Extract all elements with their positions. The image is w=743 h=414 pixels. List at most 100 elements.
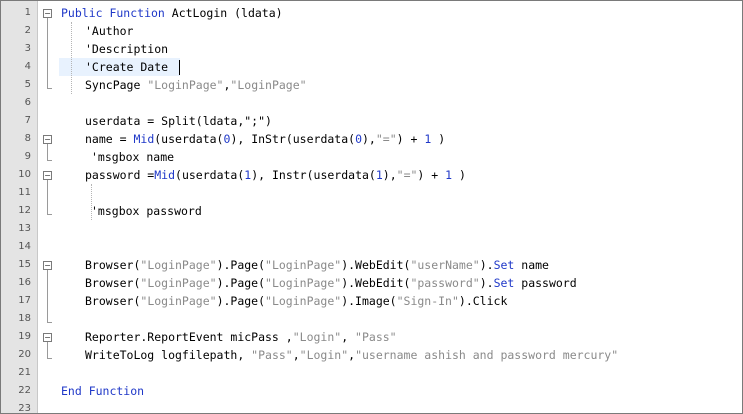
fold-end-marker [47, 322, 52, 323]
code-line[interactable] [1, 184, 742, 202]
code-token: "userName" [410, 258, 480, 272]
code-text: password =Mid(userdata(1), Instr(userdat… [85, 166, 466, 184]
code-token: "LoginPage" [147, 78, 224, 92]
line-number: 8 [24, 133, 31, 144]
code-line[interactable] [1, 400, 742, 413]
code-text: Browser("LoginPage").Page("LoginPage").I… [85, 292, 507, 310]
code-token: userdata = Split(ldata,";") [85, 114, 272, 128]
line-number: 7 [24, 115, 31, 126]
code-token: Set [493, 258, 515, 272]
code-token: "Pass" [251, 348, 293, 362]
code-token: "LoginPage" [140, 258, 217, 272]
code-line[interactable] [1, 310, 742, 328]
code-token: ), [362, 132, 376, 146]
code-token: name = [85, 132, 134, 146]
fold-guide-line [47, 18, 48, 88]
code-token: "Sign-In" [396, 294, 459, 308]
code-token: Browser( [85, 276, 141, 290]
code-token: , [341, 330, 356, 344]
line-number: 23 [18, 403, 31, 414]
code-text: name = Mid(userdata(0), InStr(userdata(0… [85, 130, 445, 148]
fold-toggle-icon[interactable]: − [43, 261, 52, 270]
fold-toggle-icon[interactable]: − [43, 135, 52, 144]
code-text: SyncPage "LoginPage","LoginPage" [85, 76, 307, 94]
code-token: "username ashish and password mercury" [355, 348, 619, 362]
fold-toggle-icon[interactable]: − [43, 9, 52, 18]
code-text: userdata = Split(ldata,";") [85, 112, 272, 130]
line-number: 18 [18, 313, 31, 324]
line-number: 2 [24, 25, 31, 36]
code-text: 'Description [85, 40, 168, 58]
code-token: 'msgbox password [91, 204, 202, 218]
line-number: 12 [18, 205, 31, 216]
text-caret [179, 60, 180, 75]
code-token: , [292, 348, 300, 362]
fold-toggle-icon[interactable]: − [43, 333, 52, 342]
code-token: ). [479, 276, 494, 290]
code-token: ) [452, 168, 466, 182]
line-number: 21 [18, 367, 31, 378]
code-token: ).WebEdit( [341, 258, 411, 272]
code-token: (userdata( [154, 132, 224, 146]
code-line[interactable] [1, 220, 742, 238]
code-token: ).Click [458, 294, 508, 308]
code-token: 1 [375, 168, 383, 182]
indent-guide [71, 22, 72, 94]
code-token: "LoginPage" [230, 78, 307, 92]
code-token: ).Image( [341, 294, 397, 308]
code-token: "LoginPage" [265, 276, 342, 290]
fold-end-marker [47, 88, 52, 89]
code-token: "LoginPage" [140, 276, 217, 290]
code-token: password [514, 276, 577, 290]
code-token: Public Function [61, 6, 165, 20]
code-token: ).Page( [216, 276, 266, 290]
code-token: "Login" [292, 330, 342, 344]
code-token: "LoginPage" [265, 258, 342, 272]
line-number: 20 [18, 349, 31, 360]
line-number: 22 [18, 385, 31, 396]
code-line[interactable] [1, 94, 742, 112]
code-token: 'Description [85, 42, 169, 56]
code-line[interactable] [1, 238, 742, 256]
code-token: ). [479, 258, 494, 272]
line-number: 1 [24, 7, 31, 18]
code-token: "=" [375, 132, 397, 146]
code-token: ).Page( [216, 258, 266, 272]
code-text: Public Function ActLogin (ldata) [61, 4, 283, 22]
code-line[interactable] [1, 364, 742, 382]
line-number: 17 [18, 295, 31, 306]
code-token: Browser( [85, 258, 141, 272]
line-number: 13 [18, 223, 31, 234]
fold-end-marker [47, 358, 52, 359]
code-text: 'Create Date [85, 58, 168, 76]
code-token: ) + [396, 132, 425, 146]
code-token: 'Author [85, 24, 134, 38]
code-token: ), Instr(userdata( [251, 168, 376, 182]
code-token: Mid [154, 168, 176, 182]
code-editor[interactable]: 1 Public Function ActLogin (ldata) 2 'Autho… [0, 0, 743, 414]
code-token: ), [382, 168, 397, 182]
code-token: name [514, 258, 549, 272]
line-number: 16 [18, 277, 31, 288]
line-number: 10 [18, 169, 31, 180]
code-token: "=" [396, 168, 418, 182]
code-token: 'Create Date [85, 60, 169, 74]
code-token: password = [85, 168, 155, 182]
code-token: ) + [417, 168, 446, 182]
code-text: 'msgbox password [91, 202, 202, 220]
code-token: "LoginPage" [140, 294, 217, 308]
line-number: 9 [24, 151, 31, 162]
code-token: "Pass" [355, 330, 397, 344]
line-number: 4 [24, 61, 31, 72]
code-text: 'msgbox name [91, 148, 174, 166]
code-text: Reporter.ReportEvent micPass ,"Login", "… [85, 328, 397, 346]
line-number: 19 [18, 331, 31, 342]
code-token: ActLogin (ldata) [164, 6, 283, 20]
fold-toggle-icon[interactable]: − [43, 171, 52, 180]
fold-guide-line [47, 180, 48, 214]
code-token: ).Page( [216, 294, 266, 308]
code-token: 0 [355, 132, 362, 146]
line-number: 15 [18, 259, 31, 270]
code-token: "LoginPage" [265, 294, 342, 308]
code-token: "password" [410, 276, 480, 290]
